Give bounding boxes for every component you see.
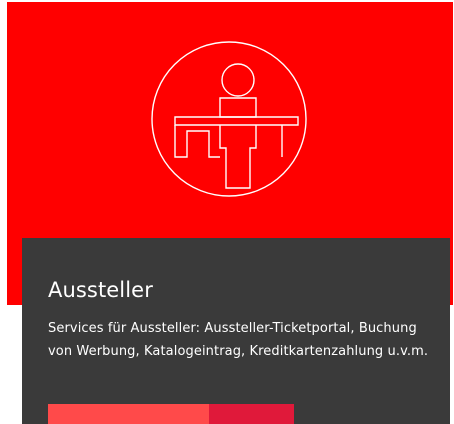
more-button-arrow[interactable] xyxy=(209,404,294,424)
card-description: Services für Aussteller: Aussteller-Tick… xyxy=(48,321,429,359)
more-button-main[interactable] xyxy=(48,404,209,424)
card-title: Aussteller xyxy=(48,278,153,302)
more-button[interactable] xyxy=(48,404,294,424)
info-card: Aussteller Services für Aussteller: Auss… xyxy=(22,238,450,424)
